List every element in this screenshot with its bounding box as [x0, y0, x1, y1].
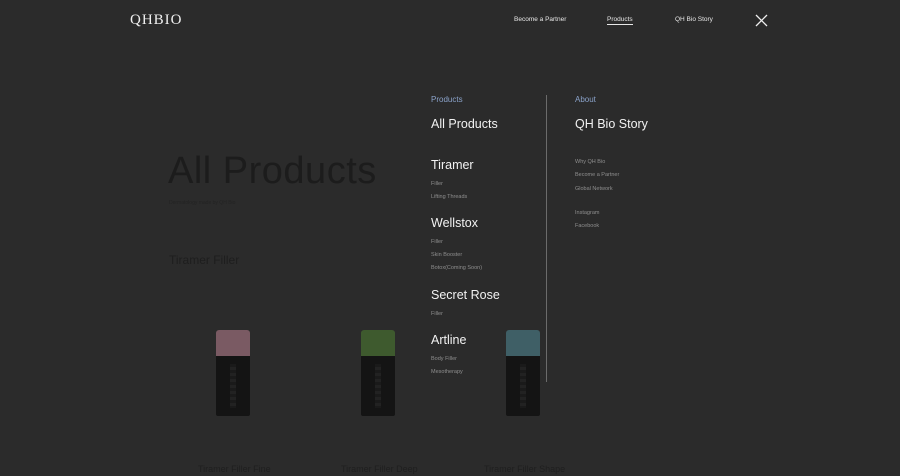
logo[interactable]: QHBIO — [130, 12, 183, 29]
menu-divider — [546, 95, 547, 382]
about-link-why-qh-bio[interactable]: Why QH Bio — [575, 159, 605, 165]
menu-group-artline[interactable]: Artline — [431, 333, 466, 347]
menu-link-secret-rose-filler[interactable]: Filler — [431, 311, 443, 317]
close-icon[interactable] — [755, 14, 768, 27]
social-link-instagram[interactable]: Instagram — [575, 210, 599, 216]
menu-link-tiramer-lifting-threads[interactable]: Lifting Threads — [431, 194, 467, 200]
menu-link-wellstox-skin-booster[interactable]: Skin Booster — [431, 252, 462, 258]
about-link-global-network[interactable]: Global Network — [575, 186, 613, 192]
menu-group-tiramer[interactable]: Tiramer — [431, 158, 474, 172]
menu-link-artline-mesotherapy[interactable]: Mesotherapy — [431, 369, 463, 375]
nav-products[interactable]: Products — [607, 16, 633, 25]
nav-become-partner[interactable]: Become a Partner — [514, 16, 566, 23]
social-link-facebook[interactable]: Facebook — [575, 223, 599, 229]
all-products-link[interactable]: All Products — [431, 117, 498, 131]
menu-link-artline-body-filler[interactable]: Body Filler — [431, 356, 457, 362]
menu-overlay: QHBIO Become a Partner Products QH Bio S… — [0, 0, 900, 476]
qh-bio-story-link[interactable]: QH Bio Story — [575, 117, 648, 131]
menu-link-wellstox-botox[interactable]: Botox(Coming Soon) — [431, 265, 482, 271]
about-link-become-partner[interactable]: Become a Partner — [575, 172, 619, 178]
nav-qh-bio-story[interactable]: QH Bio Story — [675, 16, 713, 23]
about-heading: About — [575, 95, 596, 104]
menu-link-tiramer-filler[interactable]: Filler — [431, 181, 443, 187]
menu-group-wellstox[interactable]: Wellstox — [431, 216, 478, 230]
menu-link-wellstox-filler[interactable]: Filler — [431, 239, 443, 245]
products-heading: Products — [431, 95, 463, 104]
menu-group-secret-rose[interactable]: Secret Rose — [431, 288, 500, 302]
